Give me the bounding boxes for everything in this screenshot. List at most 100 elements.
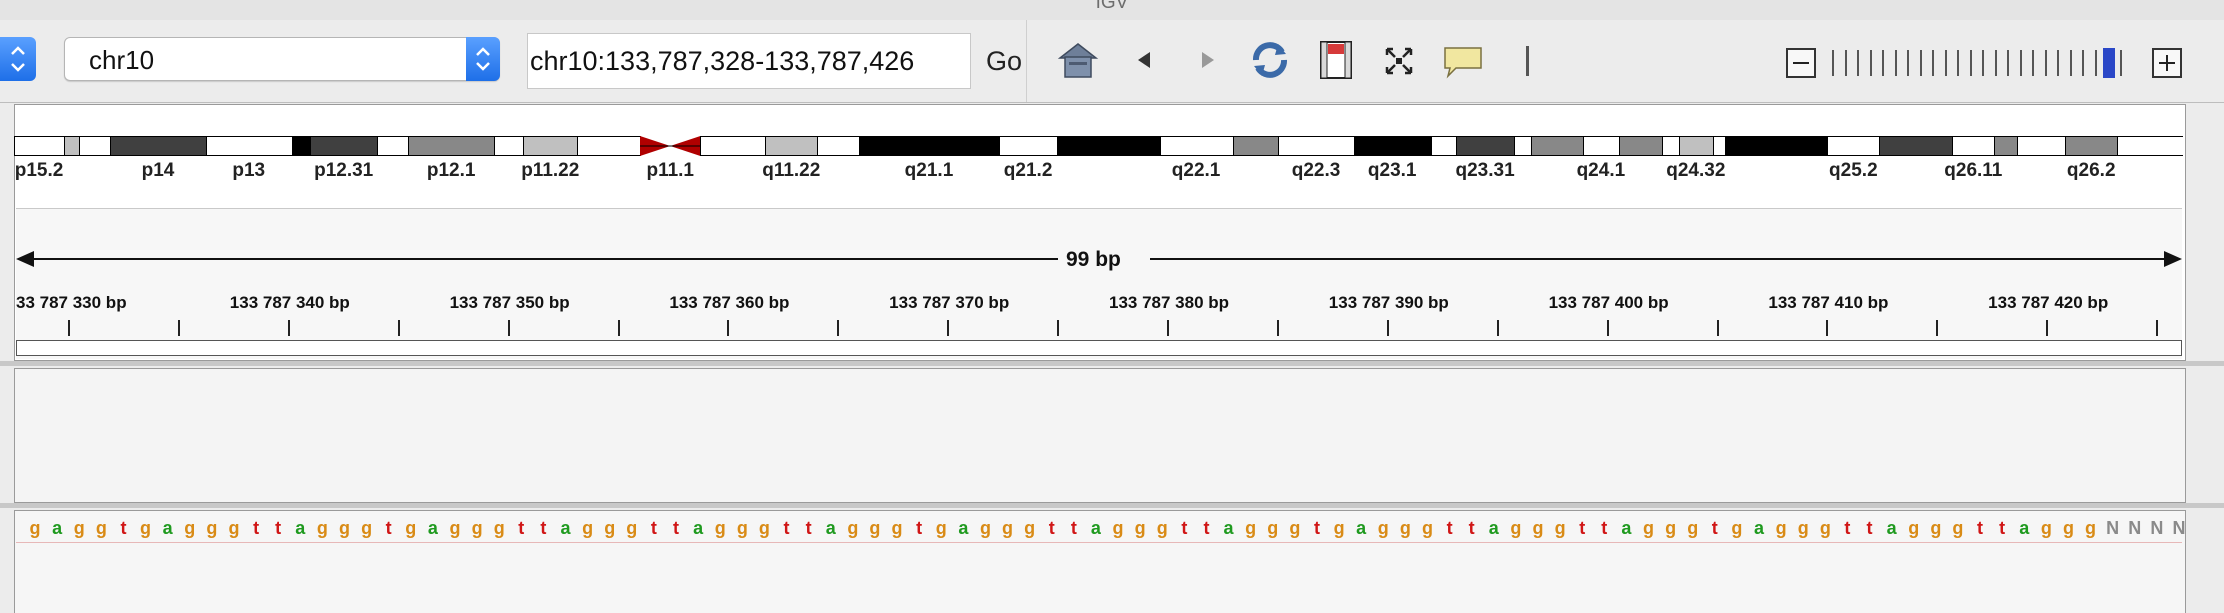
ruler-track[interactable] bbox=[16, 208, 2182, 359]
ideogram-band[interactable] bbox=[1232, 136, 1280, 156]
zoom-tick[interactable] bbox=[1969, 50, 1972, 76]
go-button[interactable]: Go bbox=[986, 46, 1022, 77]
sequence-base: a bbox=[693, 518, 704, 538]
ideogram-band[interactable] bbox=[64, 136, 80, 156]
band-label: q26.11 bbox=[1944, 160, 2003, 181]
band-label: p15.2 bbox=[14, 160, 64, 181]
zoom-tick[interactable] bbox=[2044, 50, 2047, 76]
ideogram-band[interactable] bbox=[493, 136, 525, 156]
ideogram-band[interactable] bbox=[1057, 136, 1161, 156]
genome-dropdown[interactable] bbox=[0, 37, 36, 81]
zoom-tick[interactable] bbox=[1944, 50, 1947, 76]
ideogram-band[interactable] bbox=[523, 136, 579, 156]
zoom-tick[interactable] bbox=[1919, 50, 1922, 76]
zoom-tick[interactable] bbox=[1869, 50, 1872, 76]
sequence-base: t bbox=[1977, 518, 1984, 538]
ideogram-band[interactable] bbox=[577, 136, 641, 156]
ideogram-band[interactable] bbox=[1827, 136, 1881, 156]
ideogram-band[interactable] bbox=[1662, 136, 1681, 156]
home-icon[interactable] bbox=[1056, 38, 1100, 82]
ideogram-band[interactable] bbox=[1530, 136, 1585, 156]
ruler-tick bbox=[1386, 320, 1389, 336]
ideogram-band[interactable] bbox=[1994, 136, 2019, 156]
ideogram-band[interactable] bbox=[1514, 136, 1532, 156]
ideogram-band[interactable] bbox=[1618, 136, 1664, 156]
zoom-tick[interactable] bbox=[2094, 50, 2097, 76]
ideogram-band[interactable] bbox=[1725, 136, 1829, 156]
region-of-interest-icon[interactable] bbox=[1318, 38, 1354, 82]
ideogram-band[interactable] bbox=[2065, 136, 2119, 156]
zoom-tick[interactable] bbox=[1907, 50, 1910, 76]
sequence-track[interactable]: gaggtgagggttagggtgagggttagggttagggttaggg… bbox=[14, 518, 2186, 544]
back-arrow-icon[interactable] bbox=[1132, 48, 1156, 72]
ideogram-band[interactable] bbox=[109, 136, 207, 156]
sequence-base: g bbox=[935, 518, 947, 538]
ideogram-band[interactable] bbox=[14, 136, 66, 156]
resize-icon[interactable] bbox=[1384, 46, 1414, 76]
ideogram-band[interactable] bbox=[1159, 136, 1234, 156]
zoom-tick[interactable] bbox=[2019, 50, 2022, 76]
ideogram-band[interactable] bbox=[408, 136, 495, 156]
zoom-tick[interactable] bbox=[2082, 50, 2085, 76]
zoom-slider-thumb[interactable] bbox=[2103, 48, 2116, 78]
sequence-base: g bbox=[1930, 518, 1942, 538]
ideogram-band[interactable] bbox=[1712, 136, 1727, 156]
panel-divider[interactable] bbox=[0, 361, 2224, 366]
ideogram-band[interactable] bbox=[1583, 136, 1620, 156]
panel-divider[interactable] bbox=[0, 503, 2224, 508]
ideogram-band[interactable] bbox=[291, 136, 312, 156]
ideogram-band[interactable] bbox=[998, 136, 1059, 156]
zoom-tick[interactable] bbox=[2032, 50, 2035, 76]
ideogram-band[interactable] bbox=[765, 136, 819, 156]
refresh-icon[interactable] bbox=[1248, 38, 1292, 82]
locus-search-input[interactable] bbox=[527, 33, 971, 89]
data-panel[interactable] bbox=[14, 368, 2186, 503]
sequence-base: N bbox=[2106, 518, 2120, 538]
sequence-base: N bbox=[2172, 518, 2186, 538]
ideogram-band[interactable] bbox=[1455, 136, 1516, 156]
zoom-tick[interactable] bbox=[1832, 50, 1834, 76]
ideogram-band[interactable] bbox=[1353, 136, 1432, 156]
ideogram-band[interactable] bbox=[817, 136, 861, 156]
zoom-tick[interactable] bbox=[1882, 50, 1885, 76]
zoom-in-button[interactable] bbox=[2152, 48, 2182, 78]
chromosome-dropdown-arrow[interactable] bbox=[466, 37, 500, 81]
zoom-tick[interactable] bbox=[2069, 50, 2072, 76]
sequence-base: a bbox=[1356, 518, 1367, 538]
zoom-tick[interactable] bbox=[1982, 50, 1985, 76]
ideogram-band[interactable] bbox=[859, 136, 1000, 156]
sequence-base: a bbox=[1753, 518, 1765, 538]
zoom-tick[interactable] bbox=[1957, 50, 1960, 76]
sequence-base: g bbox=[1731, 518, 1743, 538]
zoom-tick[interactable] bbox=[2120, 50, 2122, 76]
zoom-tick[interactable] bbox=[1857, 50, 1860, 76]
ideogram-band[interactable] bbox=[2117, 136, 2183, 156]
ideogram-band[interactable] bbox=[2017, 136, 2067, 156]
zoom-tick[interactable] bbox=[1894, 50, 1897, 76]
zoom-tick[interactable] bbox=[1932, 50, 1935, 76]
ideogram-band[interactable] bbox=[1278, 136, 1355, 156]
ideogram-band[interactable] bbox=[1879, 136, 1954, 156]
band-label: p11.22 bbox=[521, 160, 580, 181]
ideogram-band[interactable] bbox=[377, 136, 410, 156]
ideogram-band[interactable] bbox=[700, 136, 767, 156]
zoom-tick[interactable] bbox=[1844, 50, 1847, 76]
zoom-tick[interactable] bbox=[1994, 50, 1997, 76]
ideogram-band[interactable] bbox=[639, 136, 701, 156]
chromosome-ideogram[interactable] bbox=[14, 136, 2183, 156]
chromosome-dropdown[interactable]: chr10 bbox=[64, 37, 500, 81]
sequence-base: g bbox=[206, 518, 218, 538]
ideogram-band[interactable] bbox=[1952, 136, 1996, 156]
forward-arrow-icon[interactable] bbox=[1196, 48, 1220, 72]
zoom-tick[interactable] bbox=[2007, 50, 2010, 76]
ideogram-band[interactable] bbox=[1679, 136, 1714, 156]
ideogram-band[interactable] bbox=[205, 136, 293, 156]
sequence-base: g bbox=[582, 518, 594, 538]
zoom-out-button[interactable] bbox=[1786, 48, 1816, 78]
ideogram-band[interactable] bbox=[1430, 136, 1457, 156]
ideogram-band[interactable] bbox=[78, 136, 111, 156]
ruler-line-icon[interactable] bbox=[1526, 46, 1529, 76]
zoom-tick[interactable] bbox=[2057, 50, 2060, 76]
ideogram-band[interactable] bbox=[310, 136, 379, 156]
popup-text-icon[interactable] bbox=[1442, 44, 1486, 80]
